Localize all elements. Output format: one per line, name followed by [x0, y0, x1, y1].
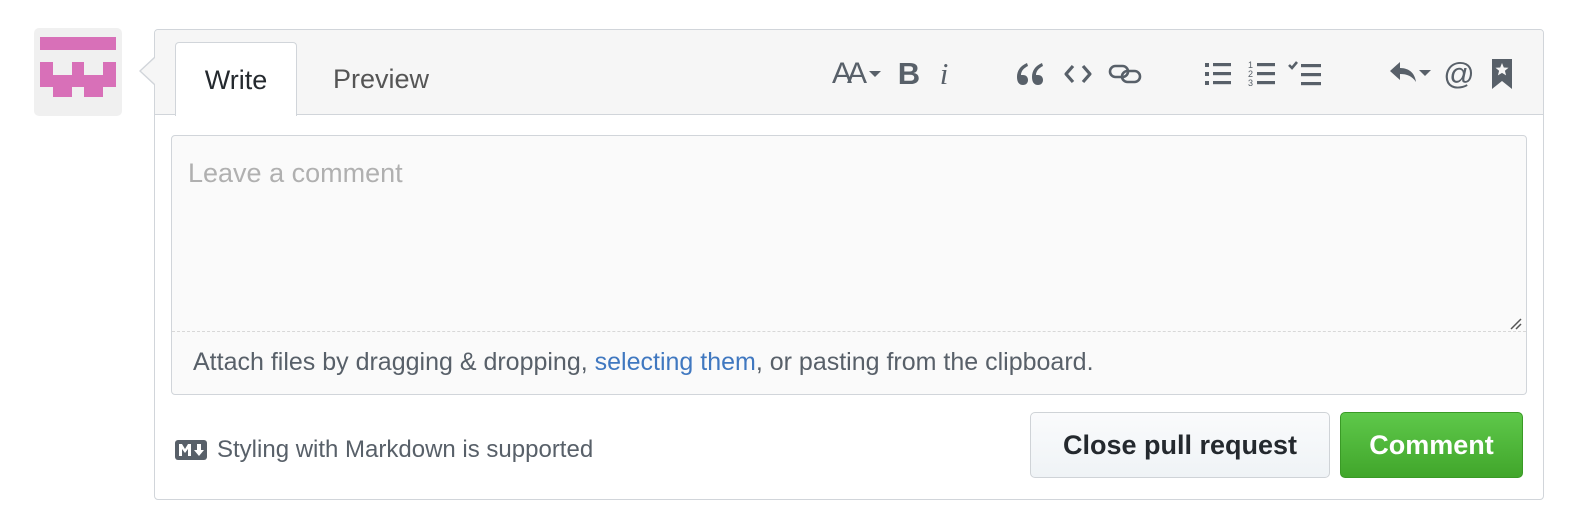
bookmark-icon[interactable] — [1489, 54, 1515, 94]
close-pull-request-button[interactable]: Close pull request — [1030, 412, 1330, 478]
tab-preview[interactable]: Preview — [313, 42, 449, 116]
unordered-list-icon[interactable] — [1203, 54, 1233, 94]
comment-pointer-fill — [141, 58, 155, 84]
italic-icon[interactable]: i — [933, 54, 955, 94]
text-size-glyph: AA — [831, 57, 867, 90]
svg-text:3: 3 — [1248, 78, 1253, 88]
identicon-icon — [40, 37, 116, 97]
comment-form-header: Write Preview AA B i 123 @ — [155, 30, 1543, 116]
attach-suffix: , or pasting from the clipboard. — [755, 348, 1094, 376]
resize-grip-icon[interactable] — [1508, 316, 1522, 330]
markdown-icon — [175, 440, 207, 460]
attach-prefix: Attach files by dragging & dropping, — [193, 348, 595, 376]
code-icon[interactable] — [1061, 54, 1095, 94]
markdown-note: Styling with Markdown is supported — [175, 436, 593, 464]
comment-form: Write Preview AA B i 123 @ Leave a comme… — [154, 29, 1544, 500]
avatar[interactable] — [34, 28, 122, 116]
reply-icon[interactable] — [1387, 54, 1433, 94]
text-size-icon[interactable]: AA — [828, 54, 886, 94]
link-icon[interactable] — [1107, 54, 1143, 94]
ordered-list-icon[interactable]: 123 — [1247, 54, 1277, 94]
quote-icon[interactable] — [1013, 54, 1047, 94]
comment-textarea[interactable] — [172, 136, 1526, 332]
caret-down-icon — [869, 71, 882, 77]
bold-icon[interactable]: B — [895, 54, 923, 94]
attach-files-hint: Attach files by dragging & dropping, sel… — [193, 348, 1094, 377]
task-list-icon[interactable] — [1287, 54, 1323, 94]
comment-editor: Attach files by dragging & dropping, sel… — [171, 135, 1527, 395]
mention-icon[interactable]: @ — [1442, 54, 1476, 94]
tab-write[interactable]: Write — [175, 42, 297, 116]
markdown-note-text: Styling with Markdown is supported — [217, 436, 594, 463]
comment-button[interactable]: Comment — [1340, 412, 1523, 478]
select-files-link[interactable]: selecting them — [595, 348, 756, 376]
